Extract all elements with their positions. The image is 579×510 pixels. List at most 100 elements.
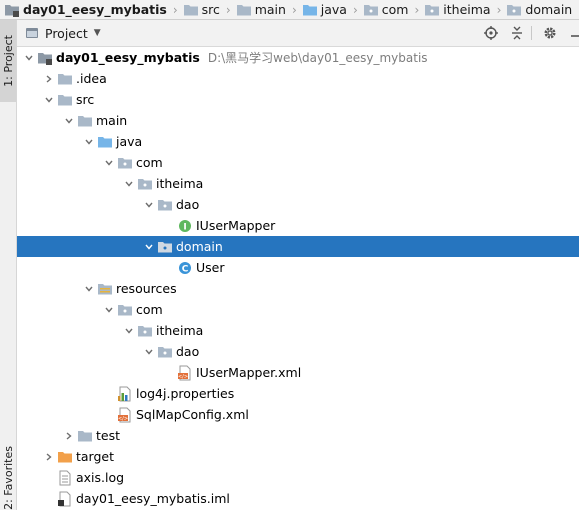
package-icon: [117, 302, 133, 318]
breadcrumb-item[interactable]: itheima: [422, 0, 492, 19]
chevron-down-icon[interactable]: [41, 92, 57, 108]
chevron-down-icon[interactable]: [121, 176, 137, 192]
project-tool-header: Project ▼: [17, 20, 579, 47]
tree-node[interactable]: .idea: [17, 68, 579, 89]
source-folder-icon: [302, 2, 318, 18]
tree-node-label: dao: [176, 197, 200, 212]
chevron-down-icon[interactable]: [81, 281, 97, 297]
tree-node-label: IUserMapper.xml: [196, 365, 302, 380]
tree-node[interactable]: </> SqlMapConfig.xml: [17, 404, 579, 425]
chevron-down-icon[interactable]: [141, 197, 157, 213]
tree-node-label: resources: [116, 281, 177, 296]
project-tool-tab[interactable]: 1: Project: [0, 20, 16, 102]
breadcrumb-item[interactable]: src: [181, 0, 222, 19]
folder-icon: [77, 428, 93, 444]
resources-folder-icon: [97, 281, 113, 297]
tree-node-label: SqlMapConfig.xml: [136, 407, 249, 422]
chevron-down-icon[interactable]: [141, 344, 157, 360]
tree-node-label: itheima: [156, 323, 204, 338]
svg-text:C: C: [182, 264, 189, 274]
tree-node[interactable]: src: [17, 89, 579, 110]
gear-icon[interactable]: [541, 24, 559, 42]
tree-node[interactable]: domain: [17, 236, 579, 257]
folder-icon: [77, 113, 93, 129]
tree-node[interactable]: C User: [17, 257, 579, 278]
package-icon: [137, 323, 153, 339]
chevron-down-icon[interactable]: [21, 50, 37, 66]
chevron-down-icon[interactable]: [121, 323, 137, 339]
tree-node[interactable]: log4j.properties: [17, 383, 579, 404]
module-folder-icon: [4, 2, 20, 18]
package-icon: [506, 2, 522, 18]
tree-node[interactable]: day01_eesy_mybatis.iml: [17, 488, 579, 509]
tree-node[interactable]: main: [17, 110, 579, 131]
tree-node[interactable]: dao: [17, 194, 579, 215]
module-folder-icon: [37, 50, 53, 66]
tree-node-label: test: [96, 428, 121, 443]
tree-node-label: day01_eesy_mybatis: [56, 50, 200, 65]
breadcrumb-separator-icon: ›: [225, 2, 231, 17]
class-icon: C: [177, 260, 193, 276]
breadcrumb-item[interactable]: com: [361, 0, 411, 19]
breadcrumb-separator-icon: ›: [172, 2, 178, 17]
chevron-down-icon[interactable]: [101, 155, 117, 171]
hide-icon[interactable]: [567, 24, 579, 42]
chevron-down-icon[interactable]: [61, 113, 77, 129]
project-tree: day01_eesy_mybatis D:\黑马学习web\day01_eesy_…: [17, 47, 579, 510]
tree-node[interactable]: I IUserMapper: [17, 215, 579, 236]
folder-icon: [183, 2, 199, 18]
breadcrumb-label: java: [320, 2, 347, 17]
package-icon: [157, 344, 173, 360]
tree-node[interactable]: com: [17, 152, 579, 173]
tree-node-label: User: [196, 260, 225, 275]
tree-node[interactable]: axis.log: [17, 467, 579, 488]
tree-node[interactable]: </> IUserMapper.xml: [17, 362, 579, 383]
toolbar-divider: [531, 26, 532, 40]
tree-node-label: .idea: [76, 71, 107, 86]
breadcrumb-item[interactable]: day01_eesy_mybatis: [0, 0, 169, 19]
text-file-icon: [57, 470, 73, 486]
tool-window-title: Project: [45, 25, 88, 41]
tree-node[interactable]: dao: [17, 341, 579, 362]
chevron-right-icon[interactable]: [41, 71, 57, 87]
favorites-tool-tab[interactable]: 2: Favorites: [0, 446, 16, 510]
interface-icon: I: [177, 218, 193, 234]
tree-node[interactable]: itheima: [17, 173, 579, 194]
view-dropdown-icon[interactable]: ▼: [94, 28, 101, 38]
tree-node[interactable]: java: [17, 131, 579, 152]
locate-icon[interactable]: [482, 24, 500, 42]
package-icon: [157, 197, 173, 213]
excluded-folder-icon: [57, 449, 73, 465]
tree-node-label: src: [76, 92, 95, 107]
chevron-down-icon[interactable]: [101, 302, 117, 318]
tree-node[interactable]: day01_eesy_mybatis D:\黑马学习web\day01_eesy_…: [17, 47, 579, 68]
chevron-down-icon[interactable]: [81, 134, 97, 150]
breadcrumb-item[interactable]: main: [234, 0, 288, 19]
project-window-icon: [25, 26, 39, 40]
chevron-right-icon[interactable]: [61, 428, 77, 444]
favorites-tool-tab-label: 2: Favorites: [1, 446, 15, 510]
tree-node-label: com: [136, 155, 163, 170]
folder-icon: [57, 71, 73, 87]
tree-node[interactable]: target: [17, 446, 579, 467]
tree-node[interactable]: com: [17, 299, 579, 320]
tree-node[interactable]: test: [17, 425, 579, 446]
tree-node[interactable]: itheima: [17, 320, 579, 341]
breadcrumb-item[interactable]: domain: [504, 0, 574, 19]
tree-node[interactable]: resources: [17, 278, 579, 299]
collapse-all-icon[interactable]: [508, 24, 526, 42]
svg-text:I: I: [183, 222, 186, 232]
xml-file-icon: </>: [177, 365, 193, 381]
breadcrumb-item[interactable]: java: [300, 0, 349, 19]
chevron-right-icon[interactable]: [41, 449, 57, 465]
chevron-down-icon[interactable]: [141, 239, 157, 255]
tree-node-label: com: [136, 302, 163, 317]
breadcrumb-label: domain: [525, 2, 573, 17]
tree-node-label: java: [116, 134, 143, 149]
svg-text:</>: </>: [118, 416, 128, 422]
